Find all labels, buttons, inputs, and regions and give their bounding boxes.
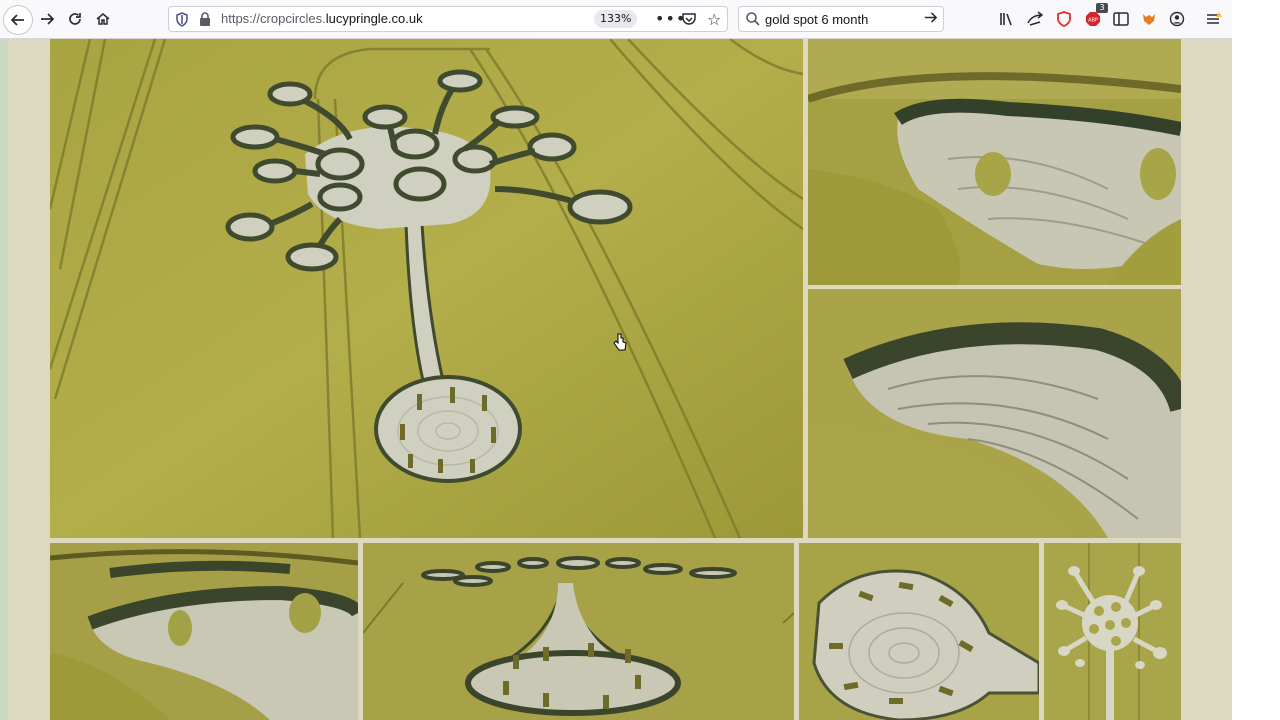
gallery-photo-bottom-4[interactable] — [1044, 543, 1181, 720]
arrow-right-icon — [924, 12, 938, 23]
hamburger-icon — [1207, 12, 1222, 24]
brave-shield-button[interactable] — [1053, 8, 1075, 30]
hand-cursor-icon — [613, 333, 627, 351]
adblock-icon: ABP — [1086, 12, 1100, 26]
account-button[interactable] — [1166, 8, 1188, 30]
crop-circle-low-angle-image — [363, 543, 794, 720]
home-icon — [96, 13, 110, 25]
gallery-photo-bottom-2[interactable] — [363, 543, 794, 720]
page-content — [0, 39, 1232, 720]
arrow-right-icon — [41, 13, 55, 25]
gallery-photo-top-right-2[interactable] — [808, 289, 1181, 538]
home-button[interactable] — [89, 5, 117, 33]
adblock-button[interactable]: ABP 3 — [1082, 3, 1108, 30]
extension-button[interactable] — [1138, 8, 1160, 30]
back-button[interactable] — [3, 5, 33, 35]
url-scheme: https:// — [221, 11, 261, 26]
search-bar[interactable]: gold spot 6 month — [738, 6, 944, 32]
search-input[interactable]: gold spot 6 month — [765, 12, 868, 27]
search-go-button[interactable] — [923, 10, 938, 29]
brave-shield-icon — [1057, 11, 1071, 27]
gallery-photo-bottom-1[interactable] — [50, 543, 358, 720]
library-button[interactable] — [996, 8, 1018, 30]
lock-icon[interactable] — [199, 12, 211, 27]
gallery-photo-main[interactable] — [50, 39, 803, 538]
crop-circle-swirl-image — [808, 289, 1181, 538]
sidebar-toggle-button[interactable] — [1110, 8, 1132, 30]
shield-icon[interactable] — [175, 12, 189, 27]
search-icon — [746, 12, 760, 26]
main-menu-button[interactable] — [1203, 8, 1225, 30]
crop-circle-overhead-image — [1044, 543, 1181, 720]
forward-button[interactable] — [33, 5, 61, 33]
crop-circle-closeup-image — [808, 39, 1181, 285]
gallery-photo-top-right-1[interactable] — [808, 39, 1181, 285]
library-icon — [1000, 13, 1012, 26]
gallery-photo-bottom-3[interactable] — [799, 543, 1039, 720]
url-subdomain: cropcircles. — [260, 11, 326, 26]
svg-text:ABP: ABP — [1088, 18, 1098, 24]
extension-icon — [1143, 14, 1155, 25]
reload-icon — [69, 13, 81, 25]
page-edge — [0, 39, 8, 720]
window-margin — [1232, 0, 1280, 720]
reload-button[interactable] — [61, 5, 89, 33]
account-icon — [1169, 11, 1185, 27]
zoom-level-badge[interactable]: 133% — [594, 10, 638, 28]
star-icon[interactable]: ☆ — [707, 10, 721, 29]
url-bar[interactable]: https://cropcircles.lucypringle.co.uk 13… — [168, 6, 728, 32]
sync-icon — [1027, 11, 1044, 26]
pocket-icon[interactable] — [681, 11, 697, 27]
url-host: lucypringle.co.uk — [325, 11, 423, 26]
crop-circle-aerial-image — [50, 39, 803, 538]
url-text[interactable]: https://cropcircles.lucypringle.co.uk — [221, 11, 423, 26]
adblock-count-badge: 3 — [1096, 3, 1108, 13]
arrow-left-icon — [10, 14, 24, 26]
browser-toolbar: https://cropcircles.lucypringle.co.uk 13… — [0, 0, 1232, 39]
sync-button[interactable] — [1024, 8, 1046, 30]
crop-circle-ground-image — [50, 543, 358, 720]
sidebar-icon — [1113, 12, 1129, 26]
crop-circle-pod-image — [799, 543, 1039, 720]
